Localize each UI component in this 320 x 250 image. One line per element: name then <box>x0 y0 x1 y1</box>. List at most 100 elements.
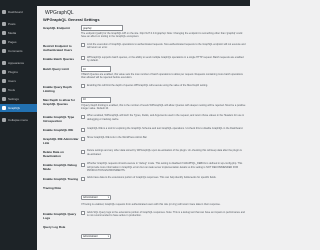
sidebar-item-settings[interactable]: Settings <box>0 95 37 103</box>
settings-content: WPGraphQL WPGraphQL General Settings Gra… <box>37 6 250 250</box>
setting-row-admin-bar: GraphiQL IDE Admin Bar Link Show GraphiQ… <box>43 136 246 145</box>
setting-label: Query Log Role <box>43 224 66 229</box>
sidebar-item-label: Pages <box>8 40 17 44</box>
page-title: WPGraphQL <box>45 10 74 16</box>
endpoint-input[interactable] <box>81 25 123 31</box>
graphiql-checkbox[interactable] <box>81 127 85 132</box>
batch-checkbox[interactable] <box>81 56 85 61</box>
graphql-icon <box>2 106 6 110</box>
brush-icon <box>2 61 6 65</box>
restrict-checkbox[interactable] <box>81 43 85 48</box>
sidebar-item-pages[interactable]: Pages <box>0 38 37 46</box>
setting-row-restrict: Restrict Endpoint to Authenticated Users… <box>43 43 246 52</box>
sidebar-item-users[interactable]: Users <box>0 77 37 85</box>
setting-row-tracing-role: Tracing Role Administrator ▾ If Tracing … <box>43 185 246 206</box>
sidebar-item-media[interactable]: Media <box>0 29 37 37</box>
media-icon <box>2 31 6 35</box>
plugin-icon <box>2 70 6 74</box>
setting-row-query-log-role: Query Log Role Administrator ▾ <box>43 224 246 242</box>
setting-label: Delete Data on Deactivation <box>43 150 64 159</box>
sidebar-item-plugins[interactable]: Plugins <box>0 68 37 76</box>
max-depth-input[interactable] <box>81 96 111 103</box>
setting-description: WPGraphQL supports batch queries, or the… <box>87 55 244 62</box>
delete-data-checkbox[interactable] <box>81 149 85 154</box>
pin-icon <box>2 22 6 26</box>
setting-label: Enable GraphQL Tracing <box>43 177 79 182</box>
comment-icon <box>2 49 6 53</box>
setting-description: If Tracing is enabled, GraphQL requests … <box>81 203 221 207</box>
setting-row-introspection: Enable GraphQL Type Introspection When e… <box>43 114 246 123</box>
setting-description: If Batch Queries are enabled, this value… <box>81 73 243 80</box>
setting-description: Limit the execution of GraphQL operation… <box>87 42 246 49</box>
chevron-down-icon: ▾ <box>107 196 109 200</box>
sidebar-item-label: Comments <box>8 49 23 53</box>
introspection-checkbox[interactable] <box>81 114 85 119</box>
setting-row-max-depth: Max Depth to allow for GraphQL Queries I… <box>43 96 246 111</box>
setting-description: GraphiQL IDE is a tool for exploring the… <box>87 127 244 131</box>
sidebar-item-posts[interactable]: Posts <box>0 20 37 28</box>
user-icon <box>2 79 6 83</box>
setting-description: Delete settings and any other data store… <box>87 149 242 156</box>
setting-label: Enable GraphQL Query Logs <box>43 211 77 220</box>
sidebar-item-graphql[interactable]: GraphQL <box>0 104 37 112</box>
setting-label: Max Depth to allow for GraphQL Queries <box>43 97 76 106</box>
dashboard-icon <box>2 10 6 14</box>
sidebar-item-label: Dashboard <box>8 10 23 14</box>
query-logs-checkbox[interactable] <box>81 211 85 216</box>
setting-label: GraphQL Endpoint <box>43 26 70 30</box>
setting-description: Enabling this will limit the depth of qu… <box>87 83 208 87</box>
sidebar-item-tools[interactable]: Tools <box>0 86 37 94</box>
sidebar-item-label: Tools <box>8 88 16 92</box>
sidebar-item-dashboard[interactable]: Dashboard <box>0 8 37 16</box>
sidebar-item-label: Media <box>8 31 17 35</box>
setting-row-depth: Enable Query Depth Limiting Enabling thi… <box>43 84 246 93</box>
setting-description: Show GraphiQL IDE Link in the WordPress … <box>87 136 147 140</box>
setting-label: Enable GraphiQL IDE <box>43 128 74 133</box>
admin-sidebar: Dashboard Posts Media Pages Comments App… <box>0 6 37 250</box>
sidebar-item-label: Plugins <box>8 70 18 74</box>
tracing-checkbox[interactable] <box>81 176 85 181</box>
setting-row-delete-data: Delete Data on Deactivation Delete setti… <box>43 149 246 158</box>
settings-icon <box>2 97 6 101</box>
setting-row-endpoint: GraphQL Endpoint The endpoint (path) for… <box>43 25 246 39</box>
setting-label: Tracing Role <box>43 186 62 191</box>
collapse-icon <box>2 118 6 122</box>
setting-label: GraphiQL IDE Admin Bar Link <box>43 137 79 146</box>
batch-limit-input[interactable] <box>81 66 111 73</box>
sidebar-item-label: Settings <box>8 97 19 101</box>
setting-label: Batch Query Limit <box>43 67 69 72</box>
setting-row-batch-limit: Batch Query Limit If Batch Queries are e… <box>43 66 246 80</box>
setting-label: Enable GraphQL Type Introspection <box>43 115 75 124</box>
setting-label: Restrict Endpoint to Authenticated Users <box>43 43 73 52</box>
admin-bar-checkbox[interactable] <box>81 136 85 141</box>
sidebar-item-label: Appearance <box>8 61 25 65</box>
setting-row-tracing: Enable GraphQL Tracing Adds trace data t… <box>43 176 246 181</box>
setting-description: When enabled, WPGraphQL will fetch the T… <box>87 114 245 121</box>
setting-row-graphiql: Enable GraphiQL IDE GraphiQL IDE is a to… <box>43 127 246 132</box>
setting-row-query-logs: Enable GraphQL Query Logs Adds SQL Query… <box>43 211 246 220</box>
wrench-icon <box>2 88 6 92</box>
collapse-menu-label: Collapse menu <box>8 118 29 122</box>
setting-label: Enable Batch Queries <box>43 56 75 61</box>
setting-description: The endpoint (path) for the GraphQL API … <box>81 32 243 39</box>
tracing-role-select[interactable]: Administrator ▾ <box>81 195 111 201</box>
setting-description: If Query Depth limiting is enabled, this… <box>81 103 246 111</box>
chevron-down-icon: ▾ <box>107 234 109 238</box>
select-value: Administrator <box>83 196 98 200</box>
sidebar-item-comments[interactable]: Comments <box>0 47 37 55</box>
setting-description: Adds SQL Query logs to the extensions po… <box>87 210 245 217</box>
setting-label: Enable Query Depth Limiting <box>43 84 72 93</box>
sidebar-item-label: Posts <box>8 22 16 26</box>
query-log-role-select[interactable]: Administrator ▾ <box>81 233 111 239</box>
setting-description: Adds trace data to the extensions portio… <box>87 176 217 180</box>
page-icon <box>2 40 6 44</box>
select-value: Administrator <box>83 234 98 238</box>
setting-description: Whether GraphQL requests should execute … <box>87 162 243 172</box>
section-title: WPGraphQL General Settings <box>43 17 100 22</box>
setting-label: Enable GraphQL Debug Mode <box>43 163 77 172</box>
setting-row-batch: Enable Batch Queries WPGraphQL supports … <box>43 56 246 63</box>
sidebar-item-appearance[interactable]: Appearance <box>0 59 37 67</box>
depth-checkbox[interactable] <box>81 84 85 89</box>
collapse-menu-button[interactable]: Collapse menu <box>0 116 37 124</box>
debug-checkbox[interactable] <box>81 162 85 167</box>
